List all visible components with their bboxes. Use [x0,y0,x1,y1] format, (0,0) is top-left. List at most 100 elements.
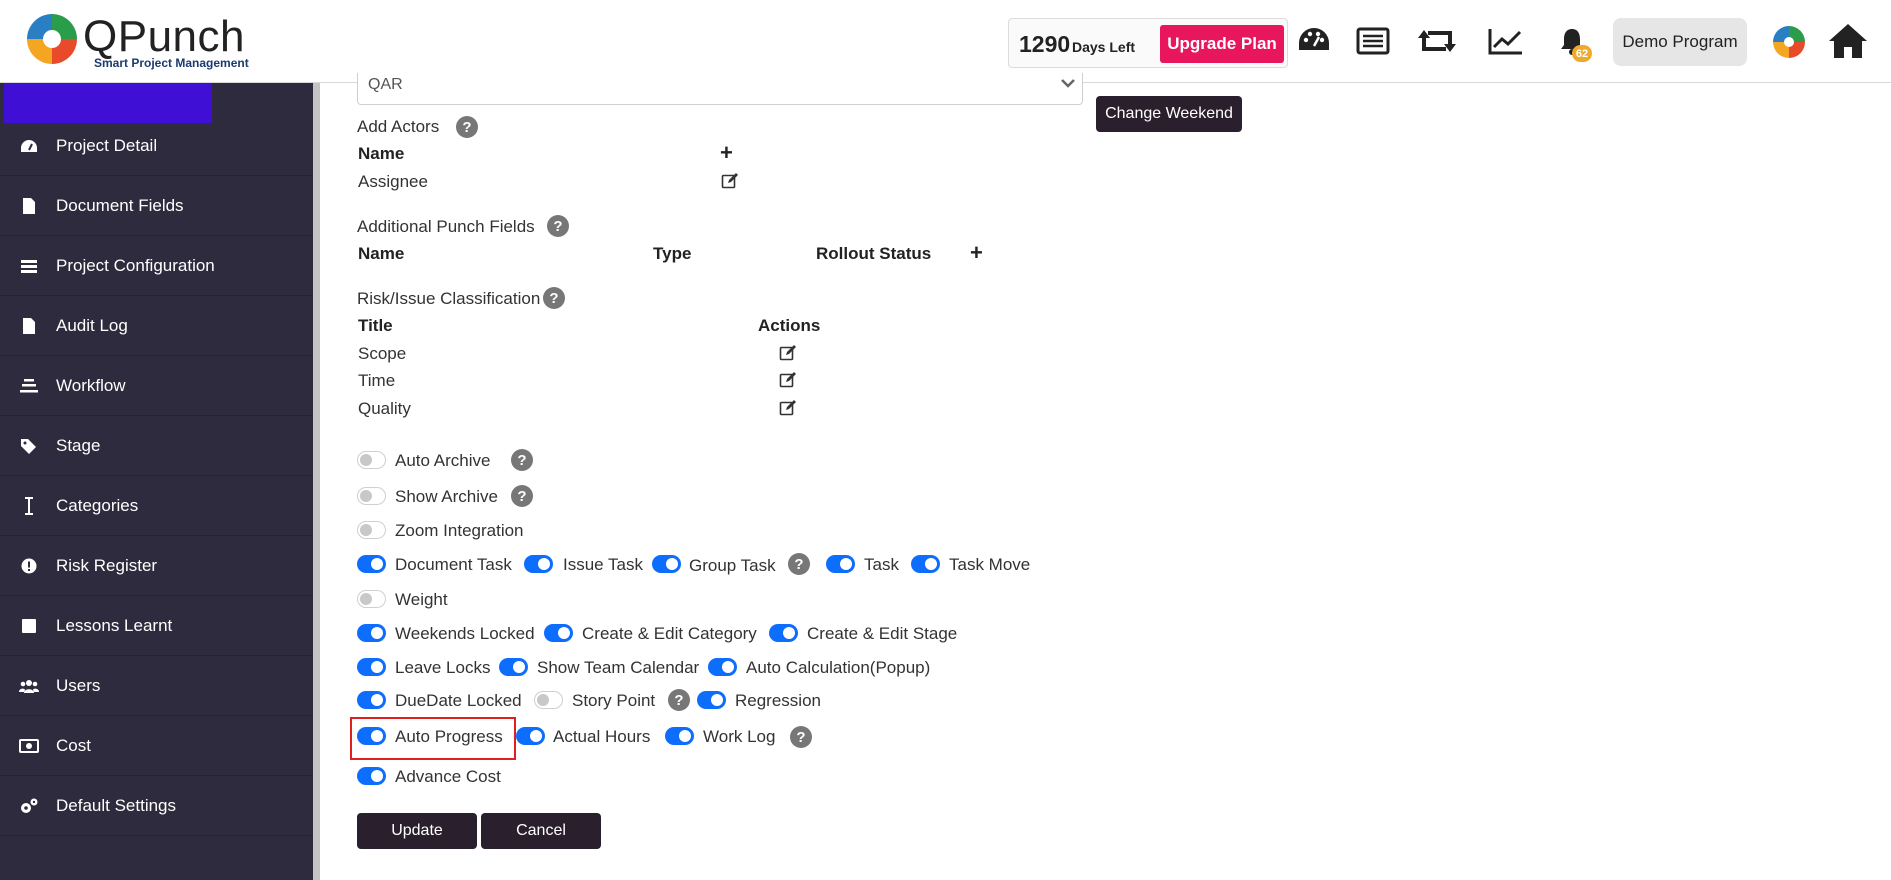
risk-col-title: Title [358,316,393,335]
sidebar-item-users[interactable]: Users [0,656,313,716]
work-log-toggle[interactable] [665,727,694,745]
sidebar-item-workflow[interactable]: Workflow [0,356,313,416]
retweet-icon[interactable] [1418,22,1456,60]
story-point-toggle[interactable] [534,691,563,709]
regression-toggle[interactable] [697,691,726,709]
days-left-label: Days Left [1072,39,1136,55]
edit-icon[interactable] [779,371,797,389]
risk-row-time: Time [358,371,396,390]
profile-avatar-icon[interactable] [1772,25,1806,59]
sidebar-item-risk-register[interactable]: Risk Register [0,536,313,596]
advance-cost-toggle[interactable] [357,767,386,785]
advance-cost-label: Advance Cost [395,767,501,786]
auto-archive-label: Auto Archive [395,451,491,470]
leave-locks-label: Leave Locks [395,658,491,677]
sidebar-item-lessons-learnt[interactable]: Lessons Learnt [0,596,313,656]
issue-task-toggle[interactable] [524,555,553,573]
help-icon[interactable]: ? [790,726,812,748]
dashboard-icon [19,136,39,156]
auto-progress-toggle[interactable] [357,727,386,745]
show-archive-label: Show Archive [395,487,498,506]
group-task-toggle[interactable] [652,555,681,573]
regression-label: Regression [735,691,821,710]
edit-icon[interactable] [721,172,739,190]
sidebar-item-label: Project Detail [56,135,158,155]
show-archive-toggle[interactable] [357,487,386,505]
weekends-locked-toggle[interactable] [357,624,386,642]
home-icon[interactable] [1827,20,1869,62]
create-edit-stage-label: Create & Edit Stage [807,624,958,643]
sidebar-item-project-configuration[interactable]: Project Configuration [0,236,313,296]
auto-calculation-toggle[interactable] [708,658,737,676]
show-team-calendar-toggle[interactable] [499,658,528,676]
task-label: Task [864,555,899,574]
list-icon[interactable] [1354,22,1392,60]
punch-col-rollout-status: Rollout Status [816,244,932,263]
story-point-label: Story Point [572,691,656,710]
sidebar-item-audit-log[interactable]: Audit Log [0,296,313,356]
sidebar-scrollbar[interactable] [313,83,320,880]
task-toggle[interactable] [826,555,855,573]
cancel-button[interactable]: Cancel [481,813,601,849]
sidebar-item-stage[interactable]: Stage [0,416,313,476]
notification-badge: 62 [1572,45,1592,62]
sidebar-item-document-fields[interactable]: Document Fields [0,176,313,236]
help-icon[interactable]: ? [547,215,569,237]
dashboard-icon[interactable] [1295,22,1333,60]
actual-hours-label: Actual Hours [553,727,651,746]
issue-task-label: Issue Task [563,555,644,574]
weight-toggle[interactable] [357,590,386,608]
chevron-down-icon [1061,79,1075,88]
sidebar-item-label: Project Configuration [56,255,215,275]
auto-progress-label: Auto Progress [395,727,503,746]
auto-archive-toggle[interactable] [357,451,386,469]
line-chart-icon[interactable] [1487,22,1525,60]
add-punch-field-plus-icon[interactable]: + [970,242,983,264]
add-actor-plus-icon[interactable]: + [720,142,733,164]
risk-col-actions: Actions [758,316,821,335]
task-move-label: Task Move [949,555,1031,574]
help-icon[interactable]: ? [511,449,533,471]
punch-col-name: Name [358,244,405,263]
config-icon [19,256,39,276]
help-icon[interactable]: ? [668,689,690,711]
punch-fields-title: Additional Punch Fields [357,217,535,236]
sidebar-item-categories[interactable]: Categories [0,476,313,536]
qpunch-logo[interactable]: QPunch Smart Project Management [25,10,265,74]
edit-icon[interactable] [779,344,797,362]
help-icon[interactable]: ? [456,116,478,138]
risk-classification-title: Risk/Issue Classification [357,289,541,308]
task-move-toggle[interactable] [911,555,940,573]
create-edit-category-toggle[interactable] [544,624,573,642]
document-task-toggle[interactable] [357,555,386,573]
sidebar-item-cost[interactable]: Cost [0,716,313,776]
weight-label: Weight [395,590,448,609]
duedate-locked-toggle[interactable] [357,691,386,709]
money-icon [19,736,39,756]
program-selector-button[interactable]: Demo Program [1613,18,1747,66]
currency-select-value: QAR [368,76,403,93]
sidebar-item-default-settings[interactable]: Default Settings [0,776,313,836]
group-task-label: Group Task [689,556,776,575]
logo-mark-icon [27,14,77,64]
edit-icon[interactable] [779,399,797,417]
create-edit-stage-toggle[interactable] [769,624,798,642]
actual-hours-toggle[interactable] [516,727,545,745]
sidebar-item-project-detail[interactable]: Project Detail [0,116,313,176]
sidebar-item-label: Categories [56,495,139,515]
sidebar-item-label: Cost [56,735,91,755]
leave-locks-toggle[interactable] [357,658,386,676]
alert-icon [19,556,39,576]
change-weekend-button[interactable]: Change Weekend [1096,96,1242,132]
logo-text: QPunch [83,12,245,61]
help-icon[interactable]: ? [511,485,533,507]
tags-icon [19,436,39,456]
help-icon[interactable]: ? [543,287,565,309]
upgrade-plan-button[interactable]: Upgrade Plan [1160,25,1284,63]
currency-select[interactable]: QAR [357,73,1083,105]
zoom-integration-toggle[interactable] [357,521,386,539]
sidebar-item-label: Workflow [56,375,126,395]
punch-col-type: Type [653,244,692,263]
help-icon[interactable]: ? [788,553,810,575]
update-button[interactable]: Update [357,813,477,849]
